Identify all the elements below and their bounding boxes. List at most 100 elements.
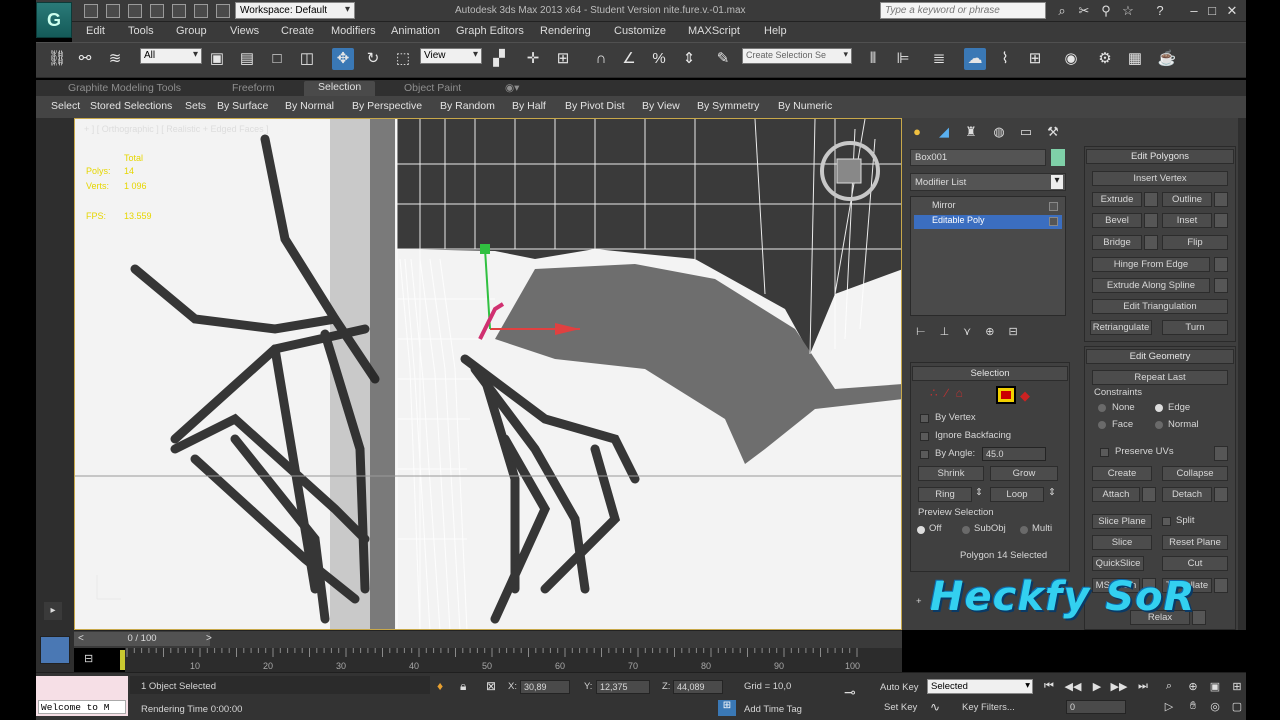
modify-tab-icon[interactable]: ◢ [935, 124, 953, 140]
by-angle-checkbox[interactable] [920, 450, 929, 459]
hold-icon[interactable] [194, 4, 208, 18]
graphite-toggle-icon[interactable]: ☁ [964, 48, 986, 70]
motion-tab-icon[interactable]: ◍ [990, 124, 1008, 140]
default-tangent-icon[interactable]: ∿ [930, 700, 940, 714]
attach-button[interactable]: Attach [1092, 487, 1140, 502]
next-key-icon[interactable]: ▶▶ [1110, 680, 1128, 694]
ribbon-by-numeric[interactable]: By Numeric [778, 100, 832, 112]
menu-maxscript[interactable]: MAXScript [688, 25, 740, 37]
search-icon[interactable]: ⌕ [1054, 3, 1070, 19]
x-coordinate-field[interactable]: 30,89 [520, 680, 570, 694]
constraint-none-radio[interactable] [1098, 404, 1106, 412]
extrude-along-spline-button[interactable]: Extrude Along Spline [1092, 278, 1210, 293]
flip-button[interactable]: Flip [1162, 235, 1228, 250]
isolate-icon[interactable]: ♦ [437, 679, 443, 693]
layer-manager-icon[interactable]: ≣ [928, 48, 950, 70]
edit-named-selection-icon[interactable]: ✎ [712, 48, 734, 70]
quickslice-button[interactable]: QuickSlice [1092, 556, 1144, 571]
render-setup-icon[interactable]: ⚙ [1094, 48, 1116, 70]
selection-filter-dropdown[interactable]: All [140, 48, 202, 64]
ring-button[interactable]: Ring [918, 487, 972, 502]
maximize-viewport-icon[interactable]: ▢ [1228, 700, 1246, 714]
menu-help[interactable]: Help [764, 25, 787, 37]
auto-key-selection-dropdown[interactable]: Selected [927, 679, 1033, 694]
track-bar[interactable] [125, 648, 902, 672]
detach-button[interactable]: Detach [1162, 487, 1212, 502]
repeat-last-button[interactable]: Repeat Last [1092, 370, 1228, 385]
select-object-icon[interactable]: ▣ [206, 48, 228, 70]
utilities-tab-icon[interactable]: ⚒ [1044, 124, 1062, 140]
select-manipulate-icon[interactable]: ✛ [522, 48, 544, 70]
select-by-name-icon[interactable]: ▤ [236, 48, 258, 70]
selection-lock-icon[interactable]: 🔒︎ [460, 679, 466, 694]
current-frame-marker[interactable] [120, 650, 125, 670]
bridge-button[interactable]: Bridge [1092, 235, 1142, 250]
zoom-icon[interactable]: ⌕ [1160, 680, 1178, 694]
ignore-backfacing-checkbox[interactable] [920, 432, 929, 441]
key-filters-button[interactable]: Key Filters... [962, 702, 1015, 713]
edit-triangulation-button[interactable]: Edit Triangulation [1092, 299, 1228, 314]
named-selection-dropdown[interactable]: Create Selection Se [742, 48, 852, 64]
menu-rendering[interactable]: Rendering [540, 25, 591, 37]
hierarchy-tab-icon[interactable]: ♜ [962, 124, 980, 140]
redo-icon[interactable] [172, 4, 186, 18]
go-to-end-icon[interactable]: ⏭ [1134, 680, 1152, 694]
grow-button[interactable]: Grow [990, 466, 1058, 481]
link-icon[interactable]: ⛓ [46, 48, 68, 70]
rectangular-selection-icon[interactable]: □ [266, 48, 288, 70]
menu-tools[interactable]: Tools [128, 25, 154, 37]
workspace-dropdown[interactable]: Workspace: Default [235, 2, 355, 19]
element-level-icon[interactable]: ◆ [1020, 388, 1034, 403]
bevel-settings-button[interactable] [1144, 213, 1158, 228]
subscription-icon[interactable]: ✂ [1076, 3, 1092, 19]
constraint-normal-radio[interactable] [1155, 421, 1163, 429]
angle-spinner[interactable]: 45.0 [982, 447, 1046, 461]
menu-views[interactable]: Views [230, 25, 259, 37]
slice-button[interactable]: Slice [1092, 535, 1152, 550]
zoom-extents-all-icon[interactable]: ⊞ [1228, 680, 1246, 694]
edit-geometry-header[interactable]: Edit Geometry [1086, 349, 1234, 364]
time-tag-icon[interactable]: ⊞ [718, 700, 736, 716]
communication-center-icon[interactable]: ⚲ [1098, 3, 1114, 19]
keyboard-shortcut-icon[interactable]: ⊞ [552, 48, 574, 70]
key-mode-icon[interactable]: ⊸ [844, 684, 856, 701]
collapse-button[interactable]: Collapse [1162, 466, 1228, 481]
ribbon-by-pivot-dist[interactable]: By Pivot Dist [565, 100, 625, 112]
pivot-center-icon[interactable]: ▞ [488, 48, 510, 70]
viewport[interactable] [74, 118, 902, 630]
extrude-settings-button[interactable] [1144, 192, 1158, 207]
search-input[interactable]: Type a keyword or phrase [880, 2, 1046, 19]
bridge-settings-button[interactable] [1144, 235, 1158, 250]
set-key-button[interactable]: Set Key [884, 702, 917, 713]
add-time-tag[interactable]: Add Time Tag [744, 704, 802, 715]
constraint-face-radio[interactable] [1098, 421, 1106, 429]
help-icon[interactable]: ? [1152, 3, 1168, 19]
curve-editor-icon[interactable]: ⌇ [994, 48, 1016, 70]
turn-button[interactable]: Turn [1162, 320, 1228, 335]
pan-icon[interactable]: ✋︎ [1184, 700, 1202, 714]
z-coordinate-field[interactable]: 44,089 [673, 680, 723, 694]
ribbon-stored-selections[interactable]: Stored Selections [90, 100, 172, 112]
preserve-uvs-settings-button[interactable] [1214, 446, 1228, 461]
prev-frame-icon[interactable]: < [78, 633, 84, 644]
maximize-icon[interactable]: □ [1204, 3, 1220, 19]
extrude-button[interactable]: Extrude [1092, 192, 1142, 207]
loop-spinner-icon[interactable]: ⇕ [1048, 487, 1056, 498]
loop-button[interactable]: Loop [990, 487, 1044, 502]
open-file-icon[interactable] [106, 4, 120, 18]
menu-graph-editors[interactable]: Graph Editors [456, 25, 524, 37]
y-coordinate-field[interactable]: 12,375 [596, 680, 650, 694]
absolute-mode-icon[interactable]: ⊠ [486, 679, 496, 693]
outline-settings-button[interactable] [1214, 192, 1228, 207]
reset-plane-button[interactable]: Reset Plane [1162, 535, 1228, 550]
ribbon-options-icon[interactable]: ◉▾ [505, 82, 519, 94]
tab-selection[interactable]: Selection [304, 81, 376, 96]
app-logo-icon[interactable]: G [36, 2, 72, 38]
retriangulate-button[interactable]: Retriangulate [1090, 320, 1152, 335]
scale-icon[interactable]: ⬚ [392, 48, 414, 70]
hinge-from-edge-button[interactable]: Hinge From Edge [1092, 257, 1210, 272]
cut-button[interactable]: Cut [1162, 556, 1228, 571]
create-button[interactable]: Create [1092, 466, 1152, 481]
play-icon[interactable]: ▶ [1088, 680, 1106, 694]
menu-animation[interactable]: Animation [391, 25, 440, 37]
